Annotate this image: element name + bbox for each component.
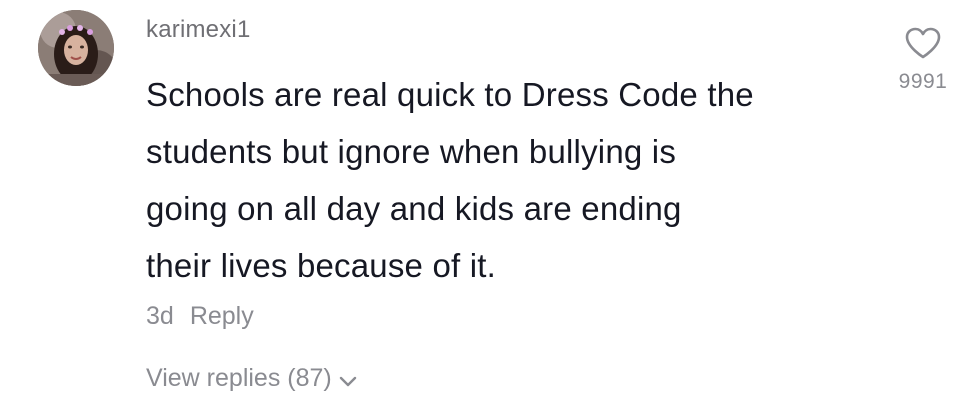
heart-outline-icon[interactable] xyxy=(904,26,942,60)
view-replies-label: View replies (87) xyxy=(146,364,332,392)
comment-text-line: Schools are real quick to Dress Code the xyxy=(146,76,754,113)
avatar[interactable] xyxy=(38,10,114,86)
view-replies-button[interactable]: View replies (87) xyxy=(146,364,358,393)
comment-timestamp: 3d xyxy=(146,302,174,330)
comment-text-line: their lives because of it. xyxy=(146,247,497,284)
comment-item: karimexi1 Schools are real quick to Dres… xyxy=(0,0,980,412)
comment-text-line: going on all day and kids are ending xyxy=(146,190,682,227)
chevron-down-icon xyxy=(338,369,358,389)
comment-text: Schools are real quick to Dress Code the… xyxy=(146,66,866,294)
reply-button[interactable]: Reply xyxy=(190,302,254,331)
like-button[interactable]: 9991 xyxy=(886,26,960,94)
like-count: 9991 xyxy=(898,70,948,93)
comment-text-line: students but ignore when bullying is xyxy=(146,133,677,170)
comment-meta: 3d Reply xyxy=(146,302,254,331)
comment-username[interactable]: karimexi1 xyxy=(146,16,251,44)
